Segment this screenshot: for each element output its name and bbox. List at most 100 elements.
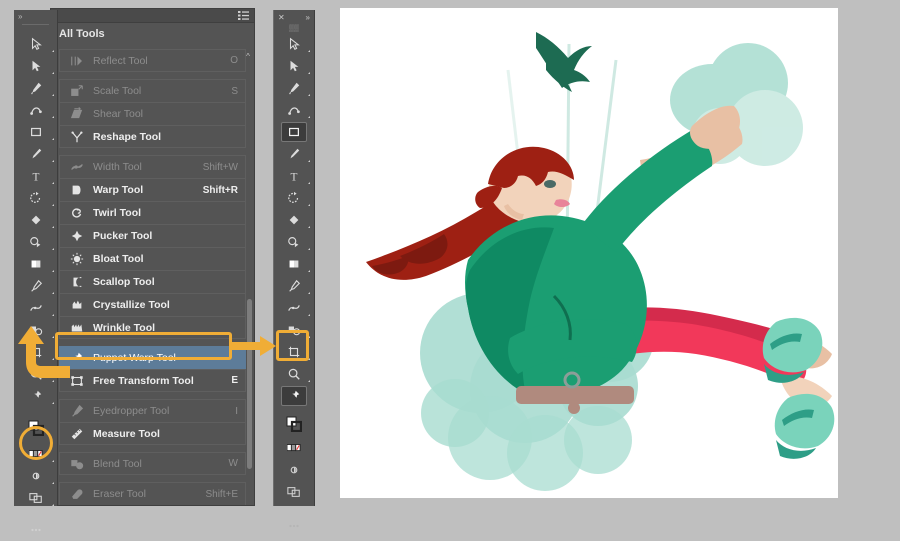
type-tool[interactable]: T: [274, 165, 314, 187]
tool-row-warp-tool[interactable]: Warp ToolShift+R: [59, 178, 246, 201]
tool-row-eyedropper-tool[interactable]: Eyedropper ToolI: [59, 399, 246, 422]
rectangle-tool[interactable]: [281, 122, 307, 142]
panel-topbar: [51, 9, 254, 23]
toolbar-divider: [22, 24, 49, 30]
secondary-toolbar[interactable]: ✕ » ▒▒ T: [273, 10, 315, 506]
direct-selection-tool[interactable]: [14, 55, 58, 77]
tool-group-indicator: [308, 380, 310, 382]
selection-tool[interactable]: [274, 33, 314, 55]
tool-group-indicator: [52, 138, 54, 140]
tool-row-blend-tool[interactable]: Blend ToolW: [59, 452, 246, 475]
tool-group-indicator: [308, 270, 310, 272]
rotate-tool[interactable]: [274, 187, 314, 209]
tool-list[interactable]: Reflect ToolO Scale ToolSShear ToolReshap…: [51, 49, 254, 505]
tool-group-indicator: [52, 482, 54, 484]
width-tool[interactable]: [274, 297, 314, 319]
tool-row-eraser-tool[interactable]: Eraser ToolShift+E: [59, 482, 246, 505]
direct-selection-tool[interactable]: [274, 55, 314, 77]
tool-row-scallop-tool[interactable]: Scallop Tool: [59, 270, 246, 293]
puppet-warp-tool[interactable]: [14, 385, 58, 407]
warp-icon: [66, 183, 88, 197]
group-separator: [51, 339, 254, 346]
fill-stroke-swatches[interactable]: [274, 411, 314, 437]
curvature-tool[interactable]: [274, 99, 314, 121]
gradient-tool[interactable]: [274, 253, 314, 275]
color-modes[interactable]: [274, 437, 314, 459]
tool-shortcut: S: [231, 86, 245, 97]
all-tools-panel[interactable]: All Tools Reflect ToolOScale ToolSShear …: [50, 8, 255, 506]
artboard-canvas[interactable]: [340, 8, 838, 498]
rectangle-tool[interactable]: [14, 121, 58, 143]
drawing-modes[interactable]: [14, 465, 58, 487]
tool-row-bloat-tool[interactable]: Bloat Tool: [59, 247, 246, 270]
zoom-tool[interactable]: [274, 363, 314, 385]
tool-row-width-tool[interactable]: Width ToolShift+W: [59, 155, 246, 178]
tool-row-puppet-warp-tool[interactable]: Puppet Warp Tool: [59, 346, 246, 369]
tool-group-indicator: [308, 182, 310, 184]
type-tool[interactable]: T: [14, 165, 58, 187]
chevron-up-icon[interactable]: ^: [243, 50, 253, 63]
tool-group-indicator: [52, 204, 54, 206]
pen-tool[interactable]: [14, 77, 58, 99]
gradient-diamond-tool[interactable]: [14, 209, 58, 231]
drawing-modes[interactable]: [274, 459, 314, 481]
shape-builder-tool[interactable]: [14, 231, 58, 253]
tool-row-free-transform-tool[interactable]: Free Transform ToolE: [59, 369, 246, 392]
edit-toolbar-button[interactable]: [14, 519, 58, 541]
toolbar-grip-dots[interactable]: ▒▒: [274, 24, 314, 33]
tool-row-pucker-tool[interactable]: Pucker Tool: [59, 224, 246, 247]
tool-row-scale-tool[interactable]: Scale ToolS: [59, 79, 246, 102]
curvature-tool[interactable]: [14, 99, 58, 121]
tool-group-indicator: [52, 248, 54, 250]
tool-group-indicator: [52, 72, 54, 74]
tool-group-indicator: [308, 248, 310, 250]
tool-label: Crystallize Tool: [88, 299, 238, 311]
paintbrush-tool[interactable]: [14, 143, 58, 165]
screen-mode[interactable]: [274, 481, 314, 503]
paintbrush-tool[interactable]: [274, 143, 314, 165]
fill-stroke-swatches[interactable]: [14, 413, 58, 443]
artboard-tool[interactable]: [274, 341, 314, 363]
tool-group: Blend ToolW: [51, 452, 254, 475]
secondary-ellipsis-button[interactable]: [274, 515, 314, 537]
list-menu-icon[interactable]: [238, 7, 249, 25]
tool-label: Blend Tool: [88, 458, 229, 470]
tool-group-indicator: [308, 72, 310, 74]
gradient-diamond-tool[interactable]: [274, 209, 314, 231]
tool-row-crystallize-tool[interactable]: Crystallize Tool: [59, 293, 246, 316]
rotate-tool[interactable]: [14, 187, 58, 209]
tool-group-indicator: [52, 226, 54, 228]
puppet-warp-tool[interactable]: [281, 386, 307, 406]
shape-builder-tool[interactable]: [274, 231, 314, 253]
tool-label: Wrinkle Tool: [88, 322, 238, 334]
tool-row-shear-tool[interactable]: Shear Tool: [59, 102, 246, 125]
tool-group-indicator: [308, 358, 310, 360]
left-toolbar[interactable]: » T: [14, 10, 58, 506]
selection-tool[interactable]: [14, 33, 58, 55]
group-separator: [51, 445, 254, 452]
panel-scrollbar-thumb[interactable]: [247, 299, 252, 469]
arrow-pointing-to-toolbar: [16, 310, 72, 386]
blend-icon: [66, 457, 88, 471]
eyedropper-tool[interactable]: [274, 275, 314, 297]
tool-row-reshape-tool[interactable]: Reshape Tool: [59, 125, 246, 148]
blend-tool[interactable]: [274, 319, 314, 341]
tool-label: Twirl Tool: [88, 207, 238, 219]
tool-group-indicator: [52, 402, 54, 404]
tool-group: Reflect ToolO: [51, 49, 254, 72]
toolbar-collapse-handle[interactable]: »: [14, 10, 57, 23]
gradient-tool[interactable]: [14, 253, 58, 275]
tool-label: Puppet Warp Tool: [88, 352, 238, 364]
pen-tool[interactable]: [274, 77, 314, 99]
color-modes[interactable]: [14, 443, 58, 465]
eyedropper-tool[interactable]: [14, 275, 58, 297]
tool-group-indicator: [52, 94, 54, 96]
tool-row-reflect-tool[interactable]: Reflect ToolO: [59, 49, 246, 72]
tool-row-wrinkle-tool[interactable]: Wrinkle Tool: [59, 316, 246, 339]
tool-row-measure-tool[interactable]: Measure Tool: [59, 422, 246, 445]
collapse-icon[interactable]: »: [306, 13, 310, 22]
close-icon[interactable]: ✕: [278, 13, 285, 22]
twirl-icon: [66, 206, 88, 220]
svg-text:T: T: [33, 171, 40, 183]
tool-row-twirl-tool[interactable]: Twirl Tool: [59, 201, 246, 224]
